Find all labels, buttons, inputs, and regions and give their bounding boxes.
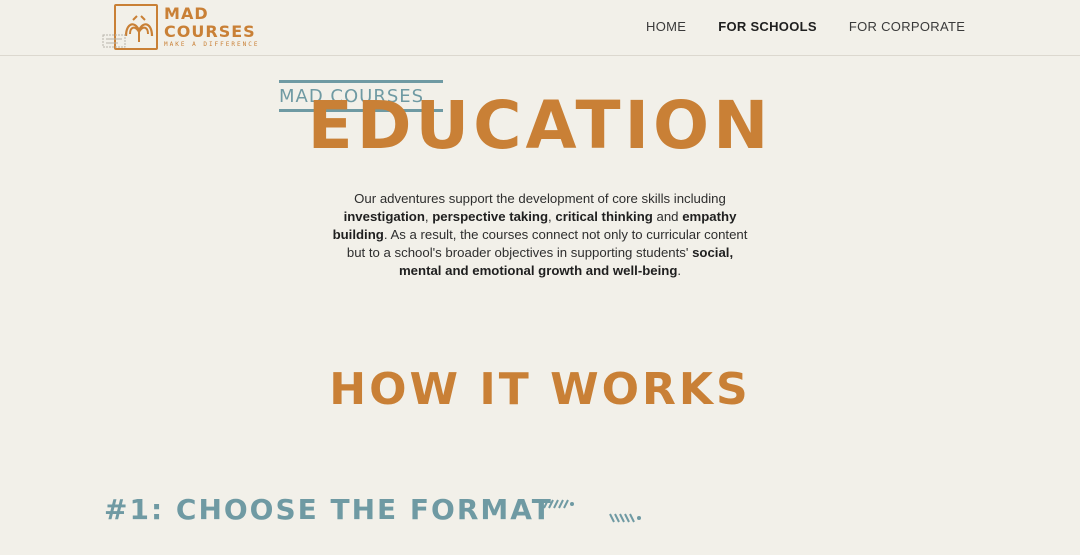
logo-tagline: MAKE A DIFFERENCE: [164, 41, 260, 48]
nav-for-corporate[interactable]: FOR CORPORATE: [849, 19, 965, 34]
squiggle-icon: [609, 513, 641, 523]
logo-stamp-icon: [102, 34, 126, 48]
nav-for-schools[interactable]: FOR SCHOOLS: [718, 19, 817, 34]
intro-text-middle: . As a result, the courses connect not o…: [346, 227, 748, 260]
site-header: MAD COURSES MAKE A DIFFERENCE HOME FOR S…: [0, 0, 1080, 56]
page-title: EDUCATION: [307, 87, 773, 164]
intro-text-start: Our adventures support the development o…: [354, 191, 726, 206]
nav-home[interactable]: HOME: [646, 19, 686, 34]
main-nav: HOME FOR SCHOOLS FOR CORPORATE: [646, 19, 997, 34]
skill-critical-thinking: critical thinking: [555, 209, 653, 224]
intro-paragraph: Our adventures support the development o…: [330, 190, 750, 280]
how-it-works-title: HOW IT WORKS: [329, 364, 751, 415]
step-1-title: #1: CHOOSE THE FORMAT: [104, 493, 553, 526]
squiggle-icon: [543, 499, 574, 509]
logo-title: MAD COURSES: [164, 4, 256, 41]
skill-investigation: investigation: [343, 209, 425, 224]
skill-perspective-taking: perspective taking: [432, 209, 549, 224]
intro-text-end: .: [677, 263, 682, 278]
intro-separator: and: [652, 209, 683, 224]
logo-link[interactable]: MAD COURSES MAKE A DIFFERENCE: [114, 4, 294, 50]
